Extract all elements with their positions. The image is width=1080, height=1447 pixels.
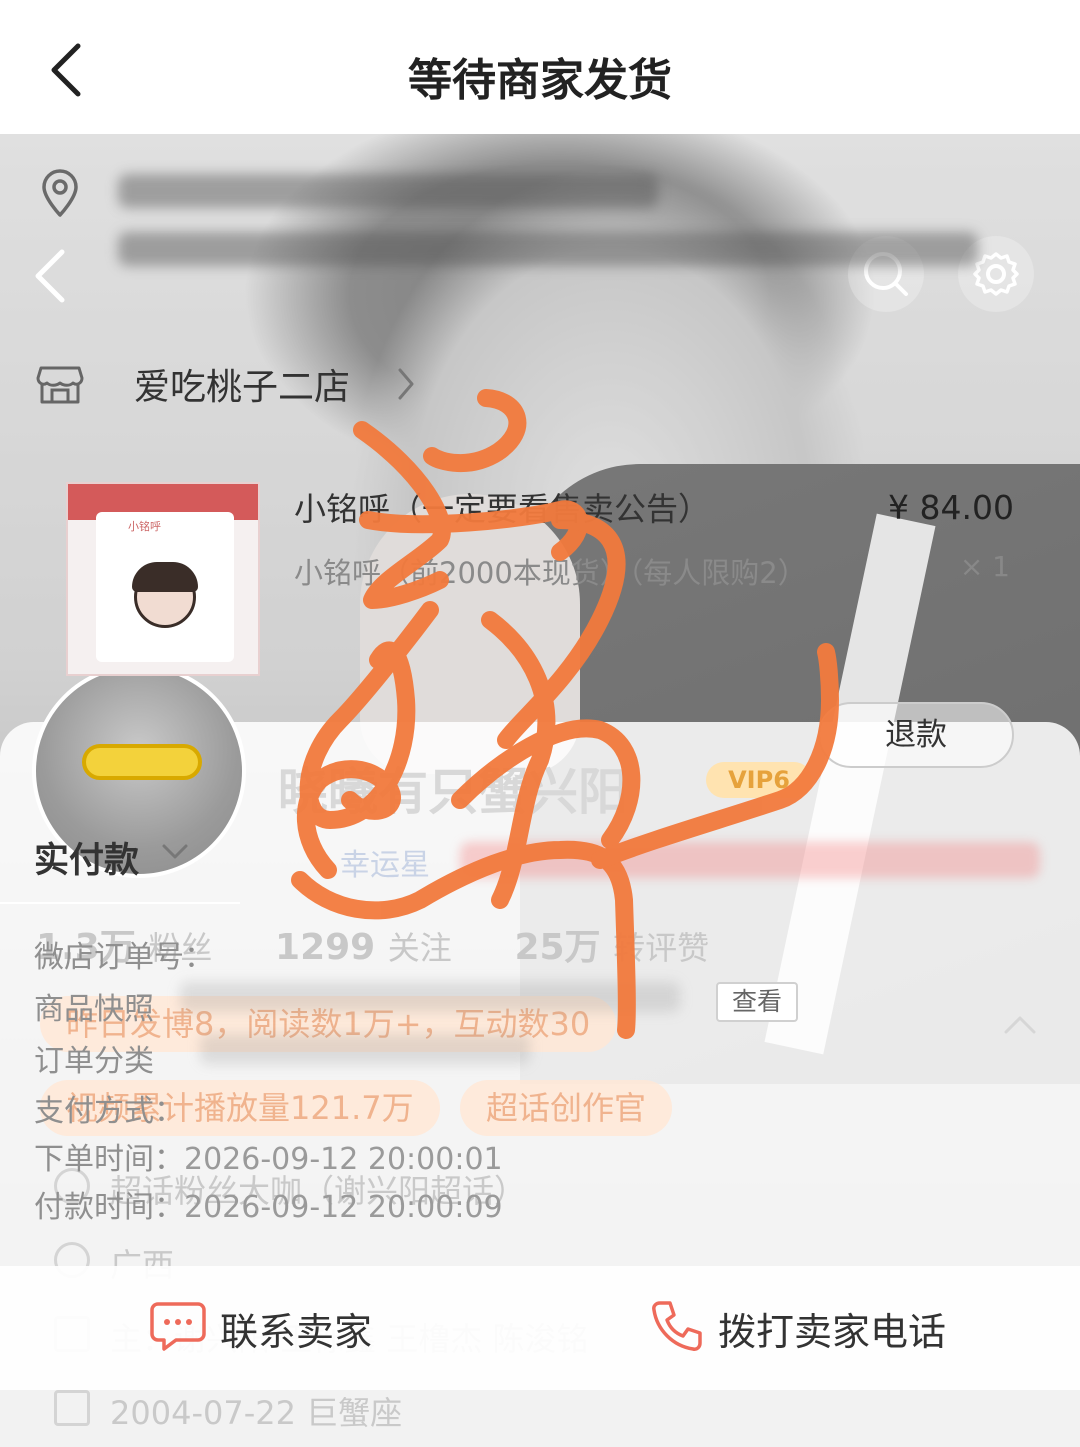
chat-bubble-icon xyxy=(150,1300,206,1356)
pay-time-value: 2026-09-12 20:00:09 xyxy=(184,1190,503,1225)
order-category-label: 订单分类 xyxy=(34,1044,154,1079)
thumb-hair xyxy=(132,562,198,592)
chevron-right-icon xyxy=(396,366,416,406)
snapshot-label: 商品快照 xyxy=(34,992,154,1027)
payment-method-label: 支付方式： xyxy=(34,1094,184,1129)
order-time-row: 下单时间：2026-09-12 20:00:01 xyxy=(34,1134,503,1178)
order-number-label: 微店订单号： xyxy=(34,940,214,975)
product-quantity: × 1 xyxy=(959,550,1010,583)
address-card[interactable] xyxy=(0,134,1080,314)
top-bar: 等待商家发货 xyxy=(0,0,1080,134)
product-thumbnail[interactable]: 小铭呼 xyxy=(66,482,260,676)
payment-label[interactable]: 实付款 xyxy=(34,832,139,883)
call-seller-label: 拨打卖家电话 xyxy=(718,1309,947,1354)
shop-name[interactable]: 爱吃桃子二店 xyxy=(134,358,350,410)
phone-icon xyxy=(650,1299,704,1357)
refund-button[interactable]: 退款 xyxy=(818,702,1014,768)
thumb-tag: 小铭呼 xyxy=(128,520,161,533)
location-pin-icon xyxy=(38,168,82,222)
order-content: 爱吃桃子二店 小铭呼 小铭呼（一定要看售卖公告） ¥ 84.00 小铭呼（前20… xyxy=(0,0,1080,1447)
call-seller-button[interactable]: 拨打卖家电话 xyxy=(650,1300,946,1356)
shop-icon xyxy=(36,362,84,410)
view-snapshot-button[interactable]: 查看 xyxy=(716,982,798,1022)
order-time-label: 下单时间： xyxy=(34,1142,184,1177)
divider xyxy=(0,902,240,904)
order-time-value: 2026-09-12 20:00:01 xyxy=(184,1142,503,1177)
product-spec: 小铭呼（前2000本现货）（每人限购2） xyxy=(294,556,807,590)
product-price: ¥ 84.00 xyxy=(888,488,1014,527)
address-detail-blurred xyxy=(118,232,978,266)
address-recipient-blurred xyxy=(118,174,658,208)
contact-seller-button[interactable]: 联系卖家 xyxy=(150,1300,372,1356)
product-title[interactable]: 小铭呼（一定要看售卖公告） xyxy=(294,484,710,530)
page-title: 等待商家发货 xyxy=(408,55,672,106)
pay-time-label: 付款时间： xyxy=(34,1190,184,1225)
pay-time-row: 付款时间：2026-09-12 20:00:09 xyxy=(34,1182,503,1226)
contact-seller-label: 联系卖家 xyxy=(220,1309,373,1354)
chevron-down-icon[interactable] xyxy=(160,842,190,866)
